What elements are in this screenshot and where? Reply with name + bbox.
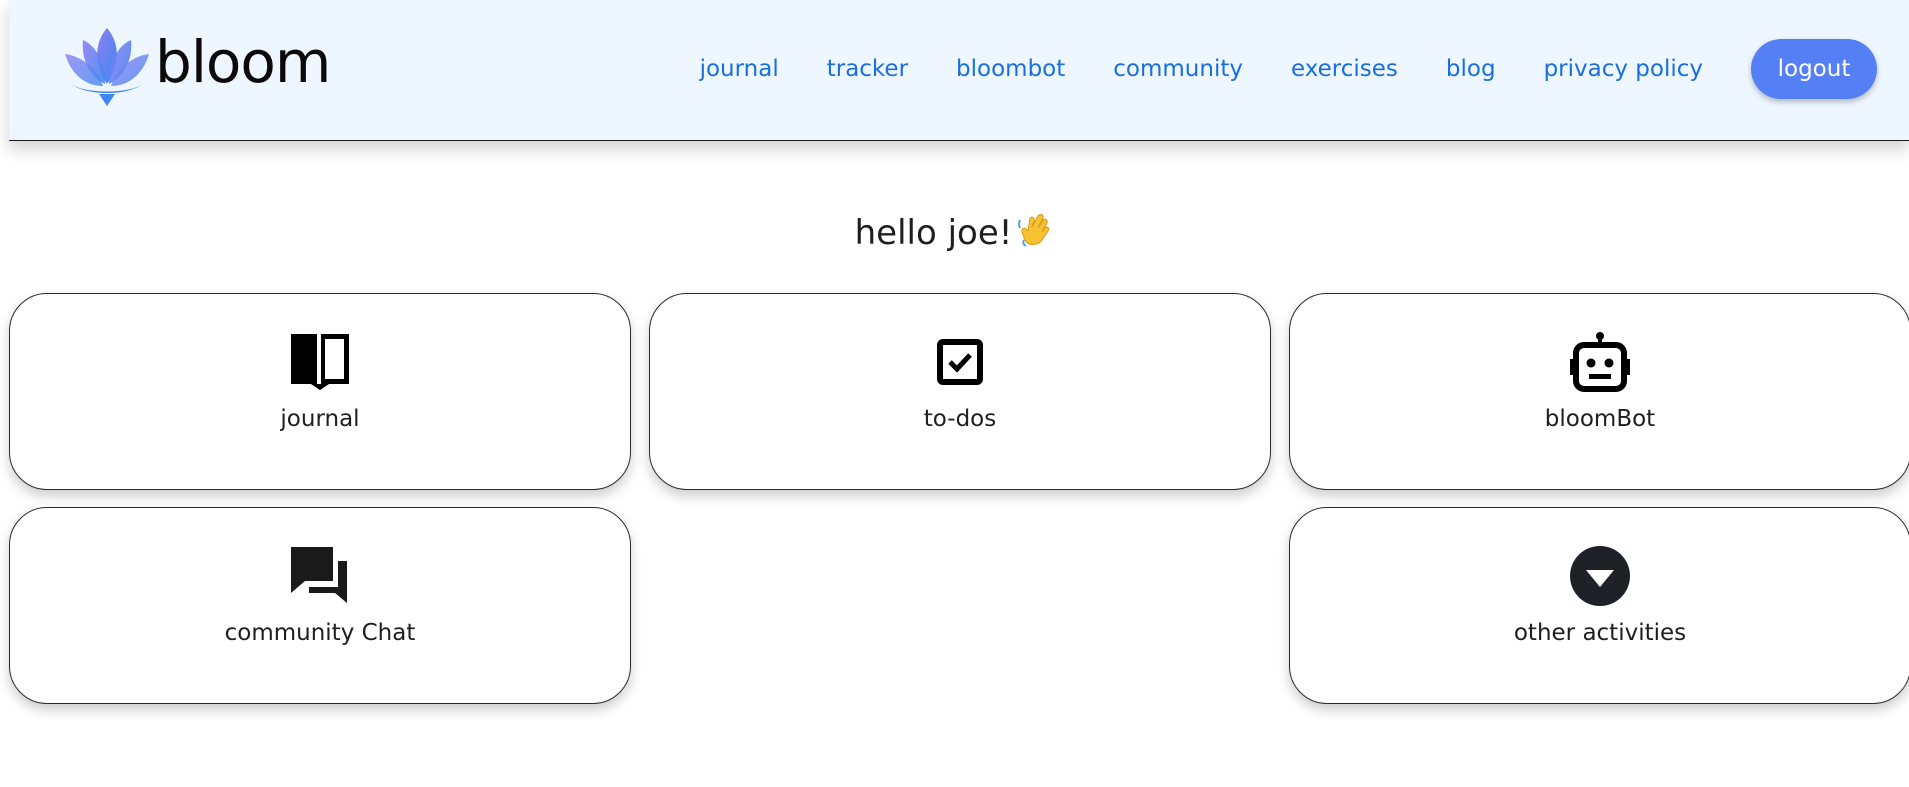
book-icon	[288, 330, 352, 394]
lotus-logo-icon	[65, 28, 149, 106]
checkbox-icon	[928, 330, 992, 394]
greeting-text: hello joe!	[854, 213, 1013, 253]
nav-link-journal[interactable]: journal	[700, 56, 779, 82]
journal-card-label: journal	[280, 406, 360, 432]
nav-link-exercises[interactable]: exercises	[1291, 56, 1398, 82]
todos-card-label: to-dos	[923, 406, 997, 432]
nav-link-bloombot[interactable]: bloombot	[956, 56, 1065, 82]
community-chat-card[interactable]: community Chat	[9, 507, 631, 704]
brand-name: bloom	[155, 28, 331, 96]
top-navbar: bloom journal tracker bloombot community…	[9, 0, 1909, 141]
nav-links: journal tracker bloombot community exerc…	[652, 0, 1909, 138]
other-activities-card-label: other activities	[1513, 620, 1687, 646]
journal-card[interactable]: journal	[9, 293, 631, 490]
bloombot-card[interactable]: bloomBot	[1289, 293, 1909, 490]
caret-down-circle-icon	[1568, 544, 1632, 608]
chat-bubbles-icon	[288, 544, 352, 608]
other-activities-card[interactable]: other activities	[1289, 507, 1909, 704]
todos-card[interactable]: to-dos	[649, 293, 1271, 490]
robot-icon	[1568, 330, 1632, 394]
logout-button[interactable]: logout	[1751, 39, 1877, 99]
community-chat-card-label: community Chat	[224, 620, 416, 646]
nav-link-privacy-policy[interactable]: privacy policy	[1544, 56, 1703, 82]
waving-hand-icon	[1016, 210, 1054, 257]
nav-link-community[interactable]: community	[1113, 56, 1243, 82]
bloombot-card-label: bloomBot	[1544, 406, 1656, 432]
greeting-heading: hello joe!	[0, 210, 1909, 257]
brand-logo[interactable]: bloom	[63, 24, 331, 108]
nav-link-tracker[interactable]: tracker	[827, 56, 908, 82]
nav-link-blog[interactable]: blog	[1446, 56, 1496, 82]
